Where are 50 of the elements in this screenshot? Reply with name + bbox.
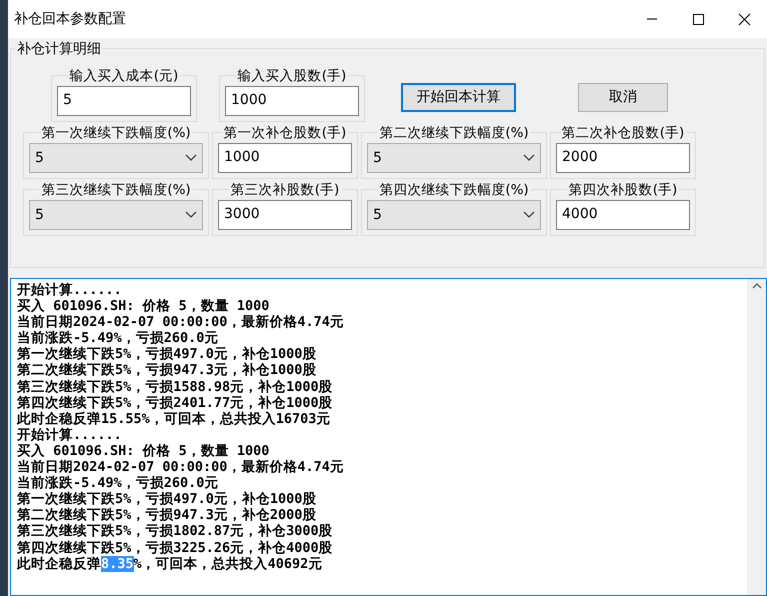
chevron-down-icon xyxy=(523,211,535,219)
log-line: 当前日期2024-02-07 00:00:00，最新价格4.74元 xyxy=(17,314,345,330)
chevron-down-icon xyxy=(185,154,197,162)
log-line: 此时企稳反弹15.55%，可回本，总共投入16703元 xyxy=(17,410,332,427)
chevron-down-icon xyxy=(523,154,535,162)
text-input[interactable]: 1000 xyxy=(218,143,352,173)
log-line: 第四次继续下跌5%，亏损3225.26元，补仓4000股 xyxy=(17,540,334,556)
log-line: 第三次继续下跌5%，亏损1588.98元，补仓1000股 xyxy=(17,378,334,395)
scrollbar[interactable] xyxy=(747,279,766,595)
cancel-button[interactable]: 取消 xyxy=(578,83,668,112)
log-line: 开始计算...... xyxy=(17,282,123,298)
text-input[interactable]: 4000 xyxy=(556,200,690,230)
log-line: 当前涨跌-5.49%，亏损260.0元 xyxy=(17,330,220,346)
field-label: 第四次补股数(手) xyxy=(566,181,680,199)
log-line: 第一次继续下跌5%，亏损497.0元，补仓1000股 xyxy=(17,346,318,362)
log-line: 第三次继续下跌5%，亏损1802.87元，补仓3000股 xyxy=(17,523,334,540)
dropdown[interactable]: 5 xyxy=(29,143,203,173)
field-label: 第三次补股数(手) xyxy=(228,181,342,199)
text-input[interactable]: 3000 xyxy=(218,200,352,230)
window-title: 补仓回本参数配置 xyxy=(14,10,127,28)
dropdown[interactable]: 5 xyxy=(367,200,541,230)
field-label: 输入买入股数(手) xyxy=(236,67,348,85)
log-line: 第二次继续下跌5%，亏损947.3元，补仓2000股 xyxy=(17,507,318,524)
log-line: 当前日期2024-02-07 00:00:00，最新价格4.74元 xyxy=(17,459,345,476)
dropdown[interactable]: 5 xyxy=(29,200,203,230)
text-input[interactable]: 2000 xyxy=(556,143,690,173)
log-textarea[interactable] xyxy=(10,278,767,596)
dropdown[interactable]: 5 xyxy=(367,143,541,173)
text-input[interactable]: 1000 xyxy=(225,86,359,116)
field-label: 第二次补仓股数(手) xyxy=(560,124,686,142)
maximize-icon[interactable] xyxy=(692,12,704,26)
log-line: 当前涨跌-5.49%，亏损260.0元 xyxy=(17,475,220,492)
log-line: 第一次继续下跌5%，亏损497.0元，补仓1000股 xyxy=(17,491,318,508)
log-line: 买入 601096.SH: 价格 5，数量 1000 xyxy=(17,298,270,314)
field-label: 第四次继续下跌幅度(%) xyxy=(377,181,531,199)
log-line: 第四次继续下跌5%，亏损2401.77元，补仓1000股 xyxy=(17,394,334,411)
field-label: 输入买入成本(元) xyxy=(68,67,180,85)
field-label: 第一次补仓股数(手) xyxy=(222,124,348,142)
selected-text: 8.35 xyxy=(101,556,134,572)
field-label: 第一次继续下跌幅度(%) xyxy=(39,124,193,142)
calculate-button[interactable]: 开始回本计算 xyxy=(401,83,516,112)
field-label: 第二次继续下跌幅度(%) xyxy=(377,124,531,142)
chevron-down-icon xyxy=(185,211,197,219)
field-label: 第三次继续下跌幅度(%) xyxy=(39,181,193,199)
scroll-up-icon[interactable] xyxy=(752,283,762,289)
text-input[interactable]: 5 xyxy=(57,86,191,116)
log-line: 买入 601096.SH: 价格 5，数量 1000 xyxy=(17,442,270,459)
close-icon[interactable] xyxy=(738,12,750,26)
log-line: 第二次继续下跌5%，亏损947.3元，补仓1000股 xyxy=(17,362,318,379)
log-line: 开始计算...... xyxy=(17,426,123,443)
